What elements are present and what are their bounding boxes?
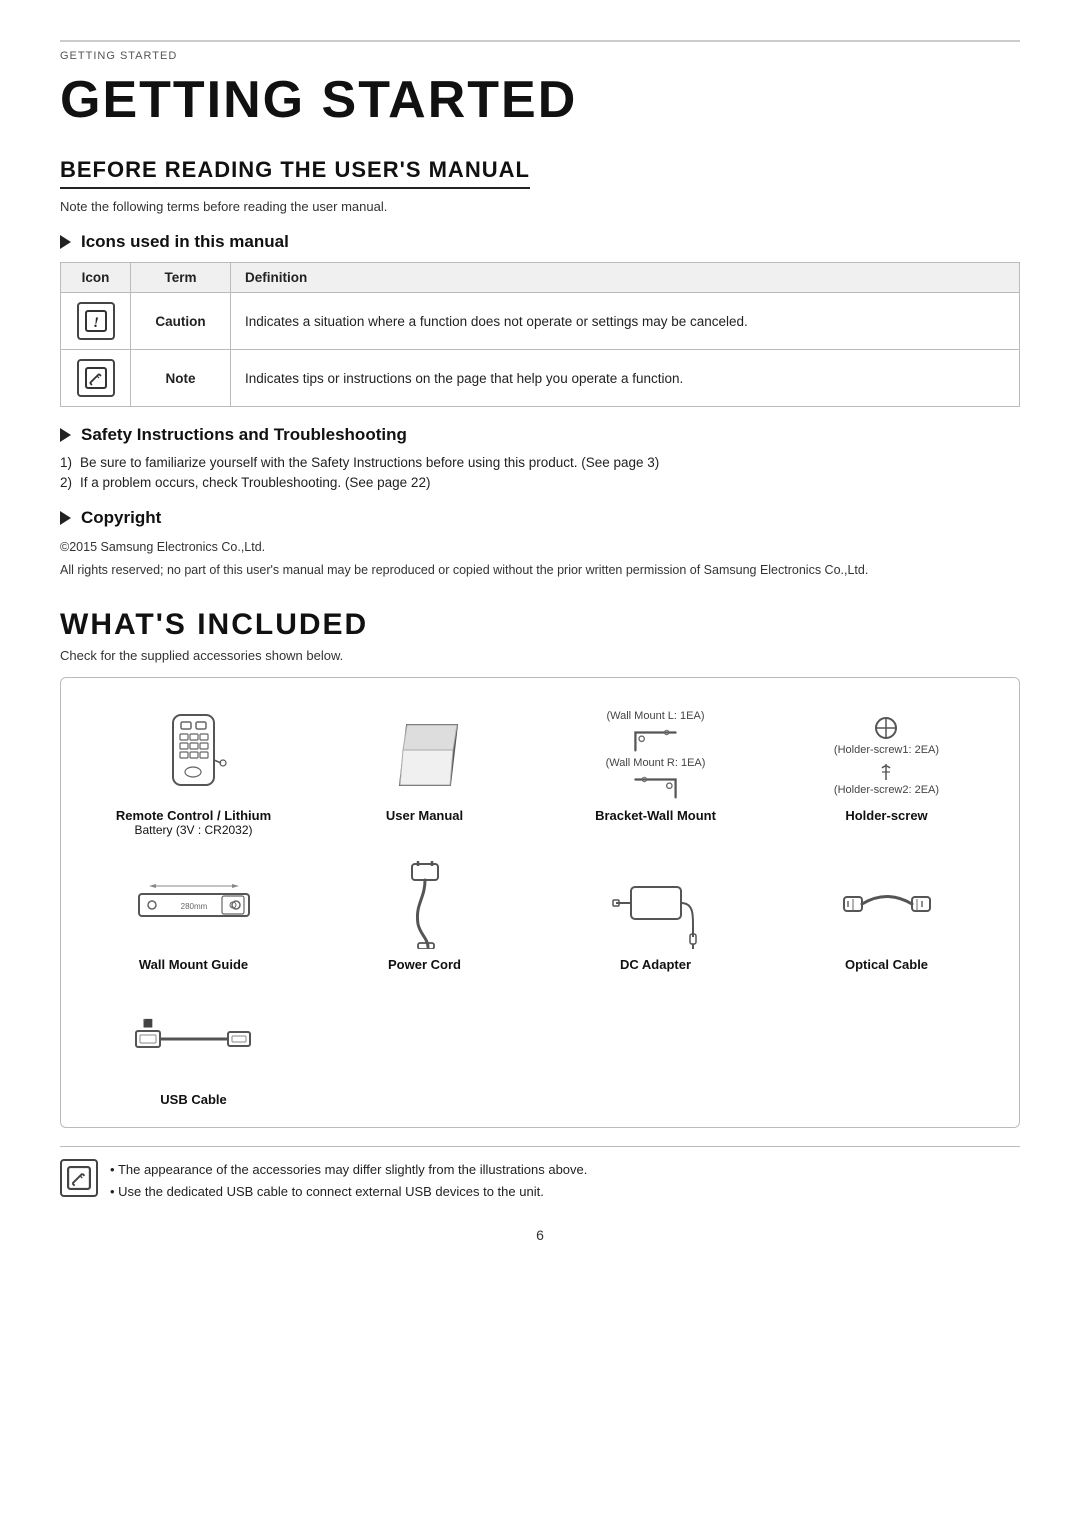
table-row-note: Note Indicates tips or instructions on t… (61, 350, 1020, 407)
wall-mount-guide-label: Wall Mount Guide (139, 957, 248, 972)
svg-text:280mm: 280mm (180, 902, 207, 911)
holder-screw-label: Holder-screw (845, 808, 927, 823)
accessory-wall-mount-guide: 280mm Wall Mount Guide (81, 851, 306, 976)
triangle-icon (60, 235, 71, 249)
dc-adapter-image (611, 859, 701, 949)
wall-mount-guide-image: 280mm (134, 859, 254, 949)
copyright-line-1: ©2015 Samsung Electronics Co.,Ltd. (60, 538, 1020, 557)
dc-adapter-label: DC Adapter (620, 957, 691, 972)
note-item-1: The appearance of the accessories may di… (110, 1159, 587, 1181)
note-block-icon (60, 1159, 98, 1197)
before-reading-subtitle: Note the following terms before reading … (60, 199, 1020, 214)
triangle-icon-3 (60, 511, 71, 525)
remote-control-sublabel: Battery (3V : CR2032) (134, 823, 252, 837)
table-header-definition: Definition (231, 263, 1020, 293)
safety-subsection-title: Safety Instructions and Troubleshooting (60, 425, 1020, 445)
breadcrumb: Getting Started (60, 40, 1020, 62)
safety-list: 1) Be sure to familiarize yourself with … (60, 455, 1020, 490)
accessories-grid: Remote Control / Lithium Battery (3V : C… (81, 702, 999, 1111)
caution-term: Caution (131, 293, 231, 350)
note-item-2: Use the dedicated USB cable to connect e… (110, 1181, 587, 1203)
note-block-text: The appearance of the accessories may di… (110, 1159, 587, 1203)
table-header-icon: Icon (61, 263, 131, 293)
whats-included-heading: WHAT'S INCLUDED (60, 608, 1020, 642)
remote-control-label: Remote Control / Lithium (116, 808, 271, 823)
copyright-line-2: All rights reserved; no part of this use… (60, 561, 1020, 580)
whats-included-section: WHAT'S INCLUDED Check for the supplied a… (60, 608, 1020, 1203)
copyright-block: ©2015 Samsung Electronics Co.,Ltd. All r… (60, 538, 1020, 580)
usb-cable-image: ⬛ (134, 994, 254, 1084)
accessory-power-cord: Power Cord (312, 851, 537, 976)
power-cord-label: Power Cord (388, 957, 461, 972)
accessories-box: Remote Control / Lithium Battery (3V : C… (60, 677, 1020, 1128)
triangle-icon-2 (60, 428, 71, 442)
bracket-label-text: Bracket-Wall Mount (595, 808, 716, 823)
accessory-holder-screw: (Holder-screw1: 2EA) (Holder-screw2: 2EA… (774, 702, 999, 841)
bracket-image: (Wall Mount L: 1EA) (Wall Mount R: 1EA) (606, 710, 706, 800)
icons-table: Icon Term Definition ! Caution Indicates… (60, 262, 1020, 407)
table-header-term: Term (131, 263, 231, 293)
caution-icon: ! (77, 302, 115, 340)
copyright-subsection-title: Copyright (60, 508, 1020, 528)
note-icon (77, 359, 115, 397)
note-term: Note (131, 350, 231, 407)
accessory-remote-control: Remote Control / Lithium Battery (3V : C… (81, 702, 306, 841)
accessory-optical-cable: Optical Cable (774, 851, 999, 976)
note-definition: Indicates tips or instructions on the pa… (231, 350, 1020, 407)
accessory-bracket: (Wall Mount L: 1EA) (Wall Mount R: 1EA) (543, 702, 768, 841)
safety-item-2: 2) If a problem occurs, check Troublesho… (60, 475, 1020, 490)
table-row-caution: ! Caution Indicates a situation where a … (61, 293, 1020, 350)
accessory-dc-adapter: DC Adapter (543, 851, 768, 976)
accessory-usb-cable: ⬛ USB Cable (81, 986, 306, 1111)
holder-screw-image: (Holder-screw1: 2EA) (Holder-screw2: 2EA… (834, 710, 939, 800)
accessory-user-manual: User Manual (312, 702, 537, 841)
optical-cable-label: Optical Cable (845, 957, 928, 972)
caution-icon-cell: ! (61, 293, 131, 350)
note-icon-cell (61, 350, 131, 407)
svg-text:⬛: ⬛ (143, 1018, 153, 1028)
user-manual-label: User Manual (386, 808, 463, 823)
svg-text:!: ! (93, 315, 99, 331)
before-reading-heading: BEFORE READING THE USER'S MANUAL (60, 157, 530, 189)
holder-screw2-label: (Holder-screw2: 2EA) (834, 784, 939, 796)
page-number: 6 (60, 1227, 1020, 1243)
remote-control-image (161, 710, 226, 800)
icons-subsection-title: Icons used in this manual (60, 232, 1020, 252)
power-cord-image (390, 859, 460, 949)
safety-item-1: 1) Be sure to familiarize yourself with … (60, 455, 1020, 470)
before-reading-section: BEFORE READING THE USER'S MANUAL Note th… (60, 157, 1020, 580)
note-block: The appearance of the accessories may di… (60, 1146, 1020, 1203)
user-manual-image (385, 710, 465, 800)
wall-mount-r-label: (Wall Mount R: 1EA) (606, 757, 706, 769)
page-title: GETTING STARTED (60, 72, 1020, 129)
caution-definition: Indicates a situation where a function d… (231, 293, 1020, 350)
wall-mount-l-label: (Wall Mount L: 1EA) (606, 710, 704, 722)
holder-screw1-label: (Holder-screw1: 2EA) (834, 744, 939, 756)
optical-cable-image (842, 859, 932, 949)
whats-included-subtitle: Check for the supplied accessories shown… (60, 648, 1020, 663)
usb-cable-label: USB Cable (160, 1092, 226, 1107)
